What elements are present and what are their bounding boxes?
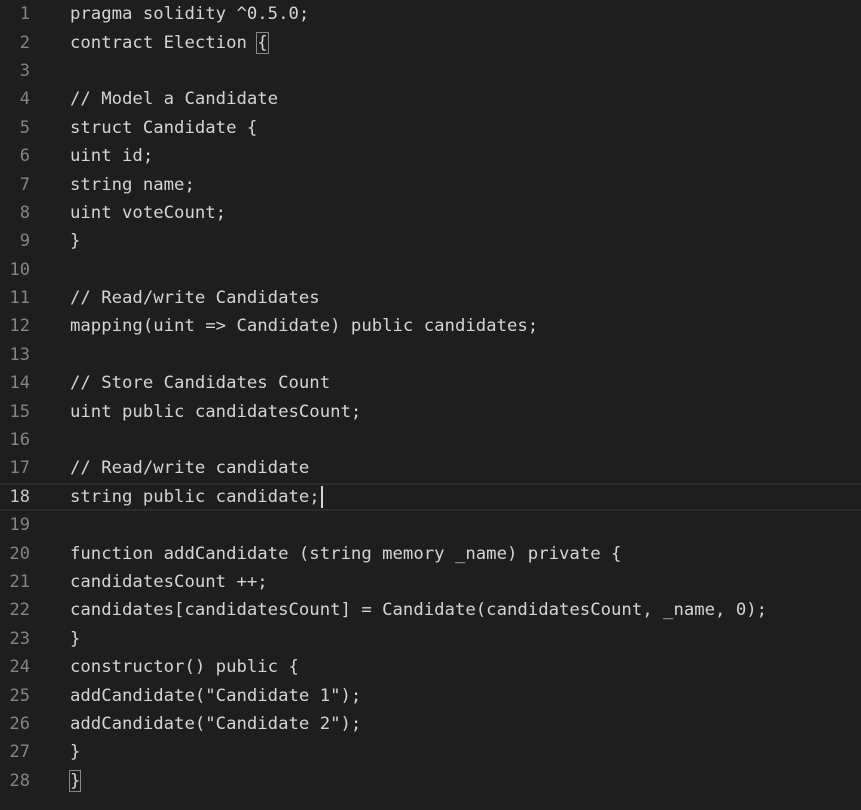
code-line-12[interactable]: 12 mapping(uint => Candidate) public can… xyxy=(0,312,861,340)
line-number: 1 xyxy=(19,4,30,25)
code-line-21[interactable]: 21 candidatesCount ++; xyxy=(0,568,861,596)
code-line-7[interactable]: 7 string name; xyxy=(0,170,861,198)
line-number: 9 xyxy=(19,231,30,252)
code-line-8[interactable]: 8 uint voteCount; xyxy=(0,199,861,227)
code-text[interactable]: } xyxy=(70,231,861,251)
code-text[interactable]: function addCandidate (string memory _na… xyxy=(70,544,861,564)
code-line-5[interactable]: 5 struct Candidate { xyxy=(0,114,861,142)
code-line-20[interactable]: 20 function addCandidate (string memory … xyxy=(0,539,861,567)
code-line-1[interactable]: 1 pragma solidity ^0.5.0; xyxy=(0,0,861,28)
code-text[interactable]: // Read/write candidate xyxy=(70,458,861,478)
line-number: 25 xyxy=(9,685,30,706)
line-number: 21 xyxy=(9,572,30,592)
line-number: 19 xyxy=(9,515,30,536)
code-line-19[interactable]: 19 xyxy=(0,511,861,539)
line-number: 13 xyxy=(9,344,30,365)
line-number: 17 xyxy=(9,458,30,479)
line-number: 24 xyxy=(9,657,30,678)
code-text[interactable]: addCandidate("Candidate 1"); xyxy=(70,686,861,706)
code-line-16[interactable]: 16 xyxy=(0,426,861,454)
code-line-14[interactable]: 14 // Store Candidates Count xyxy=(0,369,861,397)
line-number: 27 xyxy=(9,742,30,763)
line-number: 26 xyxy=(9,713,30,734)
code-line-13[interactable]: 13 xyxy=(0,341,861,369)
code-text-current: string public candidate; xyxy=(70,486,320,507)
code-line-9[interactable]: 9 } xyxy=(0,227,861,255)
line-number: 2 xyxy=(19,32,30,53)
code-text[interactable]: pragma solidity ^0.5.0; xyxy=(70,4,861,24)
code-line-23[interactable]: 23 } xyxy=(0,625,861,653)
code-text[interactable]: contract Election { xyxy=(70,31,861,54)
code-text[interactable]: } xyxy=(70,629,861,649)
code-text[interactable]: // Model a Candidate xyxy=(70,89,861,109)
line-number: 3 xyxy=(19,60,30,81)
line-number: 5 xyxy=(19,117,30,138)
line-number: 28 xyxy=(9,770,30,791)
code-editor[interactable]: 1 pragma solidity ^0.5.0; 2 contract Ele… xyxy=(0,0,861,810)
code-line-6[interactable]: 6 uint id; xyxy=(0,142,861,170)
code-text[interactable]: // Store Candidates Count xyxy=(70,373,861,393)
code-line-18-current[interactable]: 18 string public candidate; xyxy=(0,482,861,512)
line-number: 7 xyxy=(19,174,30,195)
line-number: 14 xyxy=(9,373,30,394)
matched-brace: { xyxy=(256,31,269,54)
code-text[interactable]: string name; xyxy=(70,175,861,195)
line-number: 16 xyxy=(9,430,30,451)
code-text[interactable]: mapping(uint => Candidate) public candid… xyxy=(70,316,861,336)
line-number: 10 xyxy=(9,259,30,280)
line-number: 8 xyxy=(19,202,30,223)
text-cursor xyxy=(320,485,323,508)
matched-brace: } xyxy=(68,769,82,792)
code-text[interactable]: uint id; xyxy=(70,146,861,166)
code-text[interactable]: } xyxy=(70,742,861,762)
code-line-28[interactable]: 28 } xyxy=(0,767,861,795)
code-line-26[interactable]: 26 addCandidate("Candidate 2"); xyxy=(0,710,861,738)
code-text[interactable]: addCandidate("Candidate 2"); xyxy=(70,714,861,734)
code-line-15[interactable]: 15 uint public candidatesCount; xyxy=(0,397,861,425)
code-text[interactable]: candidates[candidatesCount] = Candidate(… xyxy=(70,600,861,620)
code-text[interactable]: uint public candidatesCount; xyxy=(70,402,861,422)
line-number: 22 xyxy=(9,600,30,621)
code-line-27[interactable]: 27 } xyxy=(0,738,861,766)
line-number: 20 xyxy=(9,543,30,564)
code-line-4[interactable]: 4 // Model a Candidate xyxy=(0,85,861,113)
line-number: 12 xyxy=(9,316,30,337)
code-line-11[interactable]: 11 // Read/write Candidates xyxy=(0,284,861,312)
line-number: 4 xyxy=(19,89,30,110)
code-text-before-brace: contract Election xyxy=(70,32,258,53)
code-text[interactable]: string public candidate; xyxy=(70,485,861,508)
code-line-3[interactable]: 3 xyxy=(0,57,861,85)
line-number: 23 xyxy=(9,628,30,649)
code-line-17[interactable]: 17 // Read/write candidate xyxy=(0,454,861,482)
code-line-24[interactable]: 24 constructor() public { xyxy=(0,653,861,681)
code-text[interactable]: // Read/write Candidates xyxy=(70,288,861,308)
code-line-25[interactable]: 25 addCandidate("Candidate 1"); xyxy=(0,681,861,709)
line-number: 6 xyxy=(19,146,30,167)
line-number: 11 xyxy=(9,288,30,309)
line-number: 18 xyxy=(9,486,30,507)
code-line-22[interactable]: 22 candidates[candidatesCount] = Candida… xyxy=(0,596,861,624)
code-text[interactable]: uint voteCount; xyxy=(70,203,861,223)
code-text[interactable]: constructor() public { xyxy=(70,657,861,677)
code-text[interactable]: struct Candidate { xyxy=(70,118,861,138)
code-line-10[interactable]: 10 xyxy=(0,256,861,284)
line-number: 15 xyxy=(9,401,30,422)
code-line-2[interactable]: 2 contract Election { xyxy=(0,28,861,56)
code-text[interactable]: } xyxy=(68,769,861,792)
code-text[interactable]: candidatesCount ++; xyxy=(70,572,861,592)
